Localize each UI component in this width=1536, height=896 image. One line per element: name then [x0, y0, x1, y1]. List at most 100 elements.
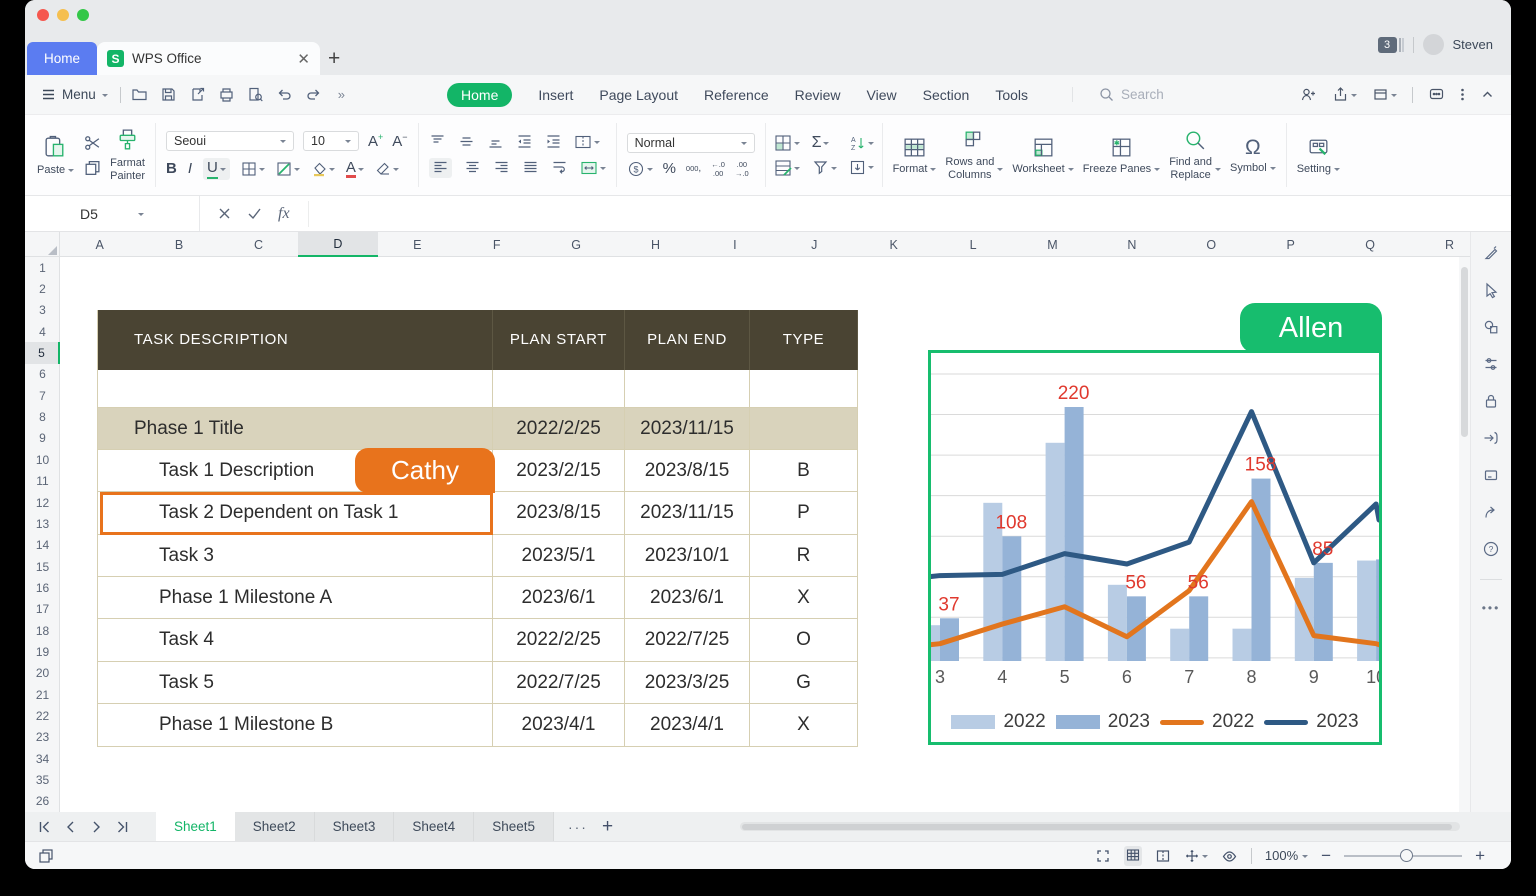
sheet-canvas[interactable]: TASK DESCRIPTION PLAN START PLAN END TYPE Ph…	[60, 257, 1459, 812]
symbol-button[interactable]: Ω Symbol	[1230, 136, 1276, 175]
plan-start-cell[interactable]: 2022/2/25	[493, 619, 625, 662]
find-and-replace-button[interactable]: Find and Replace	[1169, 128, 1221, 181]
home-app-tab[interactable]: Home	[27, 42, 97, 75]
column-header-G[interactable]: G	[536, 232, 615, 257]
borders-icon[interactable]	[241, 161, 257, 177]
zoom-level-select[interactable]: 100%	[1265, 848, 1309, 863]
conditional-format-icon[interactable]	[774, 134, 792, 152]
underline-button[interactable]: U	[207, 159, 218, 179]
column-header-O[interactable]: O	[1172, 232, 1251, 257]
share-link-icon[interactable]	[1482, 503, 1500, 521]
row-header-10[interactable]: 10	[25, 449, 60, 470]
insert-function-icon[interactable]: fx	[278, 205, 290, 223]
avatar[interactable]	[1422, 34, 1444, 55]
column-header-M[interactable]: M	[1013, 232, 1092, 257]
row-header-1[interactable]: 1	[25, 257, 60, 278]
normal-view-button[interactable]	[1123, 845, 1142, 866]
row-header-2[interactable]: 2	[25, 278, 60, 299]
confirm-entry-icon[interactable]	[247, 207, 262, 220]
table-row[interactable]: Phase 1 Milestone A 2023/6/1 2023/6/1 X	[97, 577, 858, 619]
lock-protect-icon[interactable]	[1482, 392, 1500, 410]
task-desc-cell[interactable]: Task 5	[97, 662, 493, 704]
zoom-traffic-light[interactable]	[77, 9, 89, 21]
column-header-L[interactable]: L	[933, 232, 1012, 257]
ribbon-tab-review[interactable]: Review	[795, 87, 841, 103]
autofit-icon[interactable]	[580, 159, 598, 177]
row-header-11[interactable]: 11	[25, 471, 60, 492]
zoom-slider-knob[interactable]	[1400, 848, 1414, 862]
type-cell[interactable]: B	[750, 450, 858, 492]
table-row[interactable]: Task 5 2022/7/25 2023/3/25 G	[97, 662, 858, 704]
switch-window-icon[interactable]	[1372, 86, 1389, 103]
task-desc-cell[interactable]	[97, 370, 493, 408]
help-icon[interactable]: ?	[1482, 540, 1500, 558]
align-right-icon[interactable]	[493, 159, 510, 176]
name-box[interactable]: D5	[25, 196, 200, 231]
sidebar-more-icon[interactable]: •••	[1482, 601, 1501, 615]
copy-icon[interactable]	[83, 159, 101, 177]
more-sheets-icon[interactable]: ···	[554, 819, 602, 835]
column-header-H[interactable]: H	[616, 232, 695, 257]
row-header-20[interactable]: 20	[25, 663, 60, 684]
new-tab-button[interactable]: +	[328, 42, 340, 75]
type-cell[interactable]	[750, 408, 858, 450]
align-left-icon[interactable]	[432, 159, 449, 176]
increase-font-button[interactable]: A+	[368, 132, 383, 150]
table-row[interactable]: Task 4 2022/2/25 2022/7/25 O	[97, 619, 858, 662]
type-cell[interactable]: X	[750, 704, 858, 747]
plan-start-cell[interactable]: 2023/2/15	[493, 450, 625, 492]
task-desc-cell[interactable]: Phase 1 Title	[97, 408, 493, 450]
more-options-icon[interactable]	[1460, 86, 1465, 103]
column-header-K[interactable]: K	[854, 232, 933, 257]
menu-button[interactable]: Menu	[25, 87, 120, 102]
sheet-tab-sheet2[interactable]: Sheet2	[234, 812, 315, 841]
table-style-icon[interactable]	[774, 159, 792, 177]
minimize-traffic-light[interactable]	[57, 9, 69, 21]
column-header-P[interactable]: P	[1251, 232, 1330, 257]
zoom-slider[interactable]	[1344, 848, 1463, 862]
rows-and-columns-button[interactable]: Rows and Columns	[945, 128, 1004, 181]
plan-start-cell[interactable]: 2023/6/1	[493, 577, 625, 619]
save-icon[interactable]	[160, 86, 177, 103]
task-desc-cell[interactable]: Task 4	[97, 619, 493, 662]
ribbon-tab-view[interactable]: View	[867, 87, 897, 103]
wrap-text-icon[interactable]	[551, 159, 568, 176]
column-header-D[interactable]: D	[298, 232, 378, 257]
close-traffic-light[interactable]	[37, 9, 49, 21]
sheet-tab-sheet1[interactable]: Sheet1	[156, 812, 235, 841]
justify-icon[interactable]	[522, 159, 539, 176]
worksheet-button[interactable]: Worksheet	[1012, 135, 1074, 176]
column-header-B[interactable]: B	[139, 232, 218, 257]
shapes-icon[interactable]	[1482, 318, 1500, 336]
table-row[interactable]: Phase 1 Milestone B 2023/4/1 2023/4/1 X	[97, 704, 858, 747]
format-button[interactable]: Format	[893, 135, 937, 176]
font-family-select[interactable]: Seoui	[166, 130, 294, 151]
column-header-A[interactable]: A	[60, 232, 139, 257]
zoom-out-button[interactable]: −	[1321, 847, 1331, 864]
bold-button[interactable]: B	[166, 160, 177, 177]
plan-end-cell[interactable]: 2023/11/15	[625, 492, 750, 535]
type-cell[interactable]: R	[750, 535, 858, 577]
row-header-5[interactable]: 5	[25, 342, 60, 364]
output-as-icon[interactable]	[189, 86, 206, 103]
type-cell[interactable]	[750, 370, 858, 408]
first-sheet-icon[interactable]	[37, 820, 52, 834]
window-count-badge[interactable]: 3	[1377, 36, 1397, 53]
ribbon-tab-home[interactable]: Home	[447, 82, 513, 107]
currency-format-icon[interactable]: $	[627, 160, 645, 178]
type-cell[interactable]: P	[750, 492, 858, 535]
formula-input[interactable]	[307, 200, 1511, 227]
ribbon-tab-reference[interactable]: Reference	[704, 87, 769, 103]
ribbon-tab-section[interactable]: Section	[923, 87, 970, 103]
align-middle-icon[interactable]	[458, 133, 475, 150]
vertical-scrollbar-thumb[interactable]	[1461, 267, 1468, 437]
table-row[interactable]: Task 3 2023/5/1 2023/10/1 R	[97, 535, 858, 577]
export-data-icon[interactable]	[1482, 429, 1500, 447]
select-all-corner[interactable]	[25, 232, 60, 257]
increase-indent-icon[interactable]	[545, 133, 562, 150]
row-header-13[interactable]: 13	[25, 513, 60, 534]
plan-start-cell[interactable]	[493, 370, 625, 408]
ribbon-tab-tools[interactable]: Tools	[995, 87, 1028, 103]
plan-end-cell[interactable]: 2022/7/25	[625, 619, 750, 662]
row-header-18[interactable]: 18	[25, 620, 60, 641]
